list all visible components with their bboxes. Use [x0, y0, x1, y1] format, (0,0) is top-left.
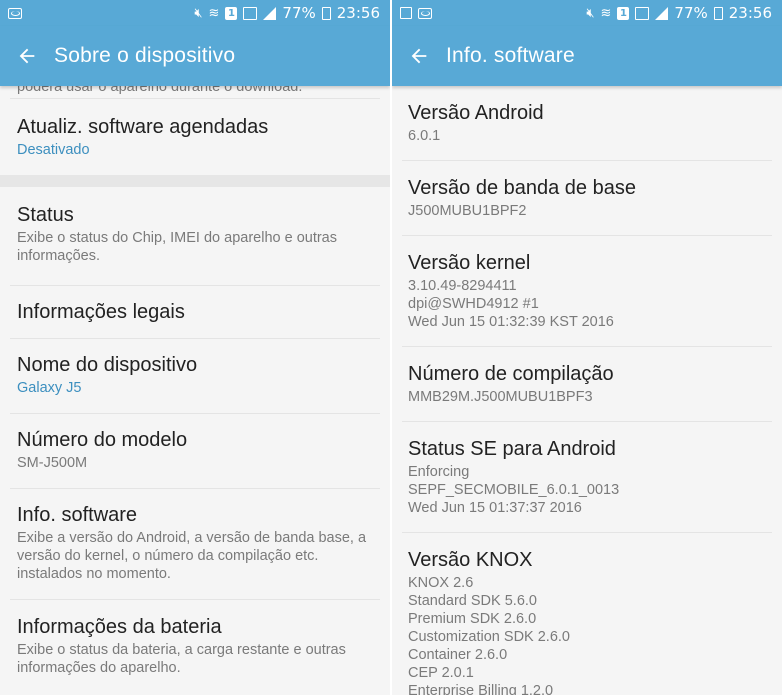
app-bar: Info. software — [392, 26, 782, 86]
left-screen: poderá usar o aparelho durante o downloa… — [0, 0, 390, 695]
item-title: Número de compilação — [408, 363, 614, 385]
item-description: Exibe a versão do Android, a versão de b… — [17, 530, 367, 582]
item-line: CEP 2.0.1 — [408, 665, 474, 681]
voicemail-icon — [8, 7, 22, 19]
item-title: Versão Android — [408, 102, 544, 124]
item-line: J500MUBU1BPF2 — [408, 203, 527, 219]
item-se-status[interactable]: Status SE para Android Enforcing SEPF_SE… — [392, 422, 782, 532]
item-value: Desativado — [17, 142, 90, 158]
item-line: Wed Jun 15 01:37:37 2016 — [408, 500, 582, 516]
item-device-name[interactable]: Nome do dispositivo Galaxy J5 — [0, 339, 390, 413]
item-value: Galaxy J5 — [17, 380, 82, 396]
item-line: dpi@SWHD4912 #1 — [408, 296, 539, 312]
item-line: Enterprise Billing 1.2.0 — [408, 683, 554, 695]
item-scheduled-updates[interactable]: Atualiz. software agendadas Desativado — [0, 99, 390, 175]
app-bar: Sobre o dispositivo — [0, 26, 390, 86]
item-software-info[interactable]: Info. software Exibe a versão do Android… — [0, 489, 390, 599]
item-line: Wed Jun 15 01:32:39 KST 2016 — [408, 314, 614, 330]
item-line: Standard SDK 5.6.0 — [408, 593, 537, 609]
right-screen: Versão Android 6.0.1 Versão de banda de … — [392, 0, 782, 695]
item-knox-version[interactable]: Versão KNOX KNOX 2.6 Standard SDK 5.6.0 … — [392, 533, 782, 695]
item-kernel-version[interactable]: Versão kernel 3.10.49-8294411 dpi@SWHD49… — [392, 236, 782, 346]
clock: 23:56 — [336, 4, 380, 22]
item-status[interactable]: Status Exibe o status do Chip, IMEI do a… — [0, 187, 390, 285]
item-title: Versão KNOX — [408, 549, 533, 571]
left-settings-list[interactable]: poderá usar o aparelho durante o downloa… — [0, 70, 390, 695]
item-title: Atualiz. software agendadas — [17, 116, 269, 138]
battery-icon — [321, 6, 331, 20]
software-info-list[interactable]: Versão Android 6.0.1 Versão de banda de … — [392, 86, 782, 695]
item-title: Status SE para Android — [408, 438, 616, 460]
back-arrow-icon[interactable] — [16, 45, 38, 67]
item-title: Número do modelo — [17, 429, 188, 451]
item-battery-info[interactable]: Informações da bateria Exibe o status da… — [0, 600, 390, 695]
wifi-icon: ≋ — [208, 5, 220, 21]
back-arrow-icon[interactable] — [408, 45, 430, 67]
item-title: Info. software — [17, 504, 138, 526]
item-line: MMB29M.J500MUBU1BPF3 — [408, 389, 593, 405]
item-description: Exibe o status da bateria, a carga resta… — [17, 642, 346, 676]
item-value: SM-J500M — [17, 455, 88, 471]
signal-icon — [263, 6, 277, 20]
gallery-icon — [400, 7, 412, 19]
item-title: Versão de banda de base — [408, 177, 636, 199]
item-line: 3.10.49-8294411 — [408, 278, 517, 294]
battery-percent: 77% — [674, 4, 708, 22]
item-line: KNOX 2.6 — [408, 575, 474, 591]
item-android-version[interactable]: Versão Android 6.0.1 — [392, 86, 782, 160]
item-line: Customization SDK 2.6.0 — [408, 629, 570, 645]
page-title: Info. software — [446, 44, 575, 67]
wifi-icon: ≋ — [600, 5, 612, 21]
battery-icon — [713, 6, 723, 20]
item-line: Container 2.6.0 — [408, 647, 508, 663]
item-title: Versão kernel — [408, 252, 531, 274]
item-title: Status — [17, 204, 74, 226]
item-title: Informações legais — [17, 301, 185, 323]
mute-icon: 🔇︎ — [586, 5, 595, 21]
item-description: Exibe o status do Chip, IMEI do aparelho… — [17, 230, 337, 264]
signal-icon — [655, 6, 669, 20]
item-title: Informações da bateria — [17, 616, 222, 638]
sim-icon: 1 — [225, 6, 238, 20]
item-baseband-version[interactable]: Versão de banda de base J500MUBU1BPF2 — [392, 161, 782, 235]
item-legal-info[interactable]: Informações legais — [0, 286, 390, 338]
sim-icon: 1 — [617, 6, 630, 20]
item-line: SEPF_SECMOBILE_6.0.1_0013 — [408, 482, 620, 498]
item-title: Nome do dispositivo — [17, 354, 198, 376]
status-bar: 🔇︎ ≋ 1 77% 23:56 — [392, 0, 782, 26]
image-icon — [635, 6, 650, 20]
clock: 23:56 — [728, 4, 772, 22]
page-title: Sobre o dispositivo — [54, 44, 236, 67]
battery-percent: 77% — [282, 4, 316, 22]
status-bar: 🔇︎ ≋ 1 77% 23:56 — [0, 0, 390, 26]
section-gap — [0, 175, 390, 187]
item-line: Premium SDK 2.6.0 — [408, 611, 537, 627]
item-line: 6.0.1 — [408, 128, 441, 144]
image-icon — [243, 6, 258, 20]
item-line: Enforcing — [408, 464, 470, 480]
item-model-number[interactable]: Número do modelo SM-J500M — [0, 414, 390, 488]
item-build-number[interactable]: Número de compilação MMB29M.J500MUBU1BPF… — [392, 347, 782, 421]
mute-icon: 🔇︎ — [194, 5, 203, 21]
voicemail-icon — [418, 7, 432, 19]
